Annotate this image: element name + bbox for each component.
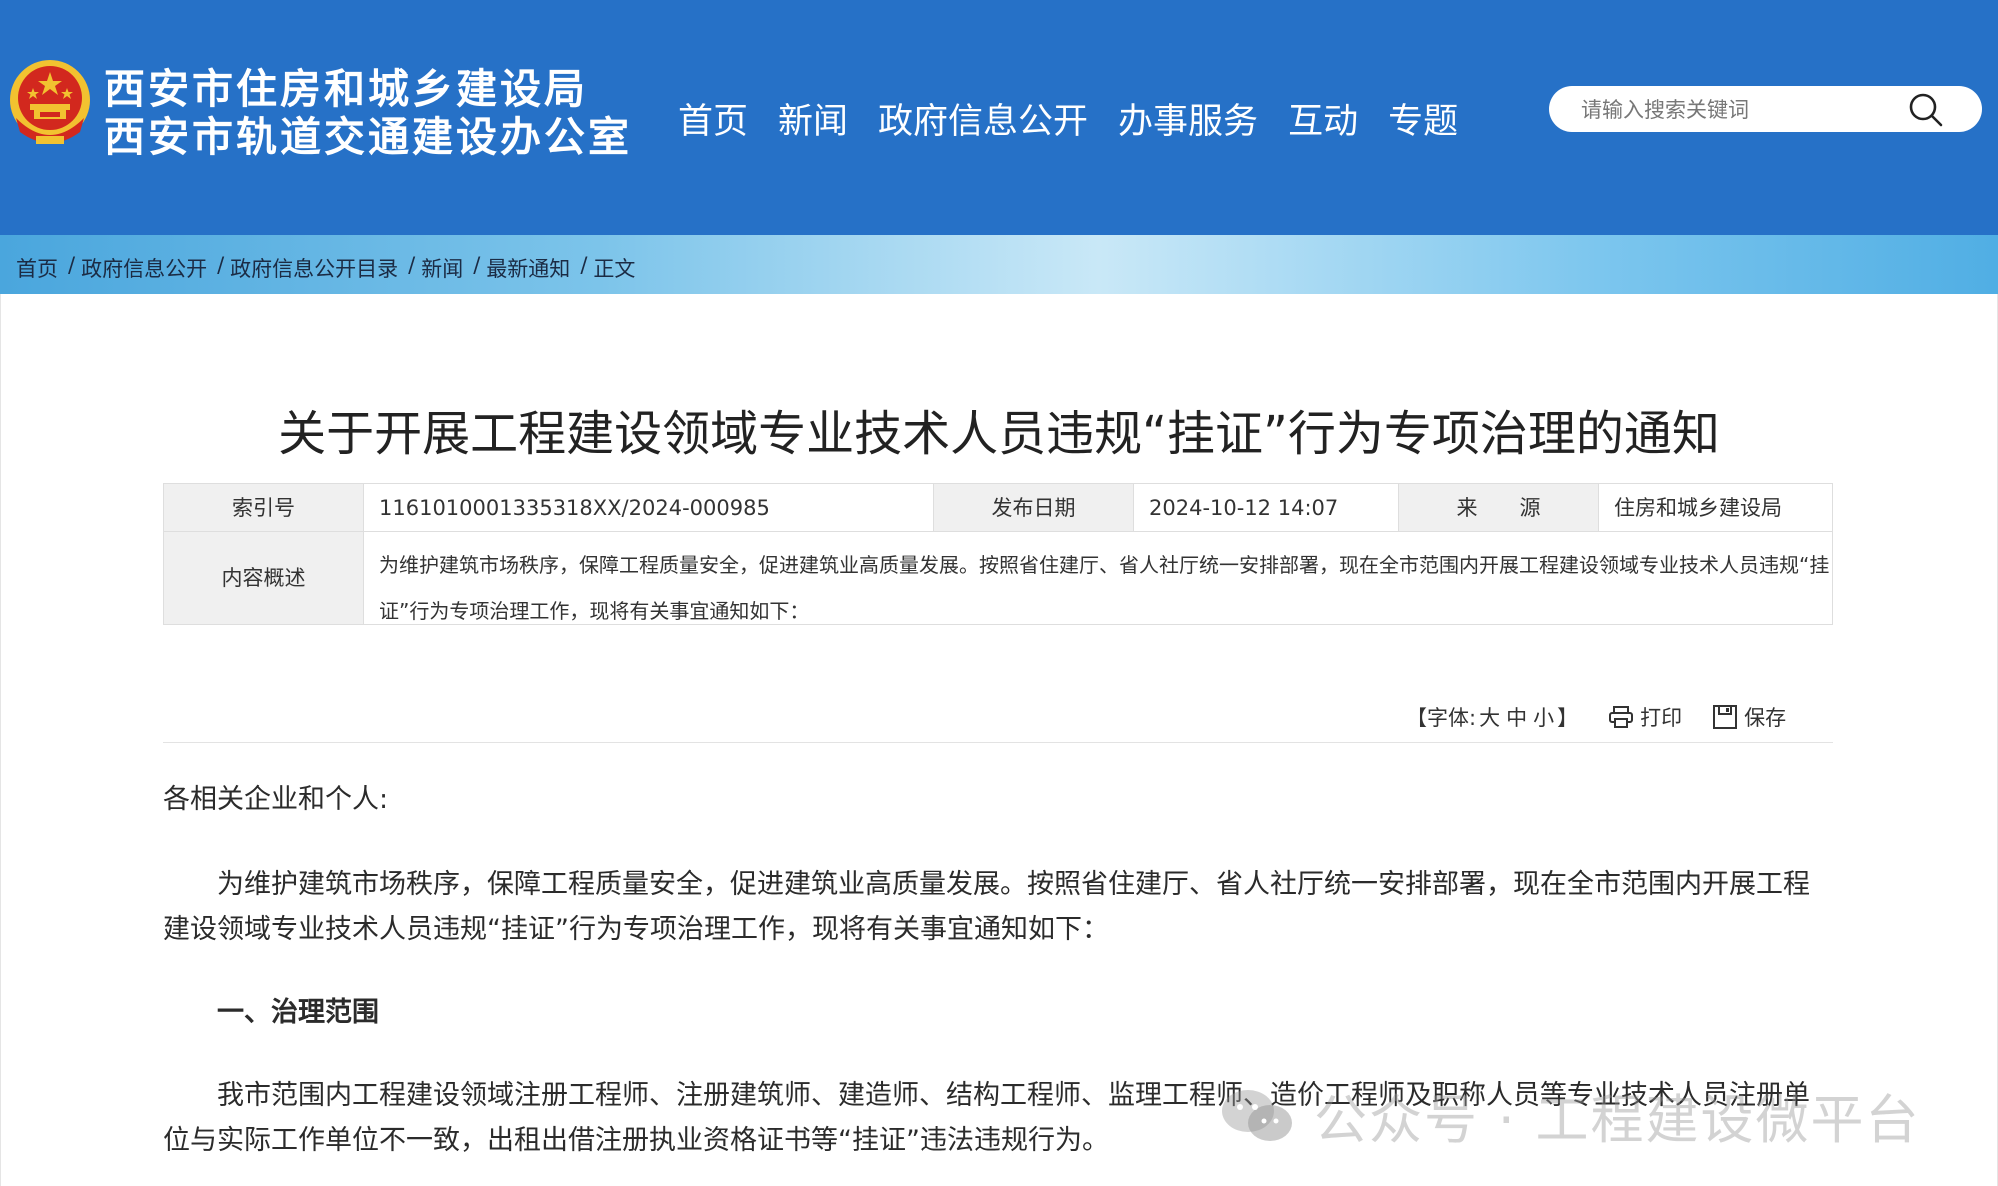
breadcrumb-catalog[interactable]: 政府信息公开目录 (230, 253, 398, 283)
breadcrumb-home[interactable]: 首页 (16, 253, 58, 283)
date-value: 2024-10-12 14:07 (1134, 484, 1399, 532)
breadcrumb-separator: / (68, 253, 76, 277)
article-title: 关于开展工程建设领域专业技术人员违规“挂证”行为专项治理的通知 (278, 406, 1720, 462)
save-label: 保存 (1744, 706, 1787, 730)
print-button[interactable]: 打印 (1608, 702, 1682, 732)
font-size-small[interactable]: 小 (1533, 702, 1554, 732)
search-box (1549, 86, 1982, 132)
site-title-line2: 西安市轨道交通建设办公室 (104, 113, 632, 161)
nav-services[interactable]: 办事服务 (1118, 93, 1258, 144)
font-size-large[interactable]: 大 (1479, 702, 1500, 732)
watermark: 公众号 · 工程建设微平台 (1220, 1078, 1921, 1154)
font-size-close: 】 (1557, 706, 1579, 730)
salutation: 各相关企业和个人: (163, 784, 389, 815)
national-emblem-icon (10, 60, 90, 144)
save-icon (1713, 705, 1738, 729)
source-value: 住房和城乡建设局 (1599, 484, 1832, 532)
section-heading: 一、治理范围 (217, 997, 379, 1028)
summary-label: 内容概述 (164, 532, 364, 624)
article-toolbar: 【字体: 大 中 小 】 打印 保存 (1406, 702, 1786, 732)
paragraph-intro: 为维护建筑市场秩序，保障工程质量安全，促进建筑业高质量发展。按照省住建厅、省人社… (163, 869, 1810, 945)
nav-news[interactable]: 新闻 (778, 93, 848, 144)
breadcrumb-separator: / (217, 253, 225, 277)
font-size-medium[interactable]: 中 (1506, 702, 1527, 732)
search-input[interactable] (1579, 94, 1913, 126)
breadcrumb-band: 首页 / 政府信息公开 / 政府信息公开目录 / 新闻 / 最新通知 / 正文 (0, 235, 1998, 294)
nav-topics[interactable]: 专题 (1388, 93, 1458, 144)
summary-cell: 为维护建筑市场秩序，保障工程质量安全，促进建筑业高质量发展。按照省住建厅、省人社… (364, 532, 1832, 624)
save-button[interactable]: 保存 (1712, 702, 1786, 732)
nav-interaction[interactable]: 互动 (1288, 93, 1358, 144)
breadcrumb-gov-info[interactable]: 政府信息公开 (81, 253, 207, 283)
nav-gov-info[interactable]: 政府信息公开 (878, 93, 1088, 144)
nav-home[interactable]: 首页 (678, 93, 748, 144)
breadcrumb: 首页 / 政府信息公开 / 政府信息公开目录 / 新闻 / 最新通知 / 正文 (16, 253, 635, 283)
toolbar-divider (163, 742, 1833, 743)
watermark-text: 公众号 · 工程建设微平台 (1314, 1090, 1921, 1151)
print-label: 打印 (1640, 706, 1683, 730)
summary-value: 为维护建筑市场秩序，保障工程质量安全，促进建筑业高质量发展。按照省住建厅、省人社… (379, 553, 1830, 623)
meta-table: 索引号 1161010001335318XX/2024-000985 发布日期 … (163, 483, 1833, 625)
breadcrumb-separator: / (408, 253, 416, 277)
font-size-open: 【字体: (1406, 706, 1477, 730)
breadcrumb-current: 正文 (593, 257, 636, 281)
search-icon[interactable] (1907, 91, 1945, 129)
breadcrumb-latest-notice[interactable]: 最新通知 (486, 253, 570, 283)
breadcrumb-separator: / (473, 253, 481, 277)
wechat-icon (1222, 1090, 1292, 1141)
breadcrumb-separator: / (580, 253, 588, 277)
site-header: 西安市住房和城乡建设局 西安市轨道交通建设办公室 首页 新闻 政府信息公开 办事… (0, 0, 1998, 235)
main-nav: 首页 新闻 政府信息公开 办事服务 互动 专题 (678, 93, 1488, 144)
date-label: 发布日期 (934, 484, 1134, 532)
index-label: 索引号 (164, 484, 364, 532)
breadcrumb-news[interactable]: 新闻 (421, 253, 463, 283)
printer-icon (1609, 706, 1634, 728)
source-label: 来 源 (1399, 484, 1599, 532)
index-value: 1161010001335318XX/2024-000985 (364, 484, 934, 532)
